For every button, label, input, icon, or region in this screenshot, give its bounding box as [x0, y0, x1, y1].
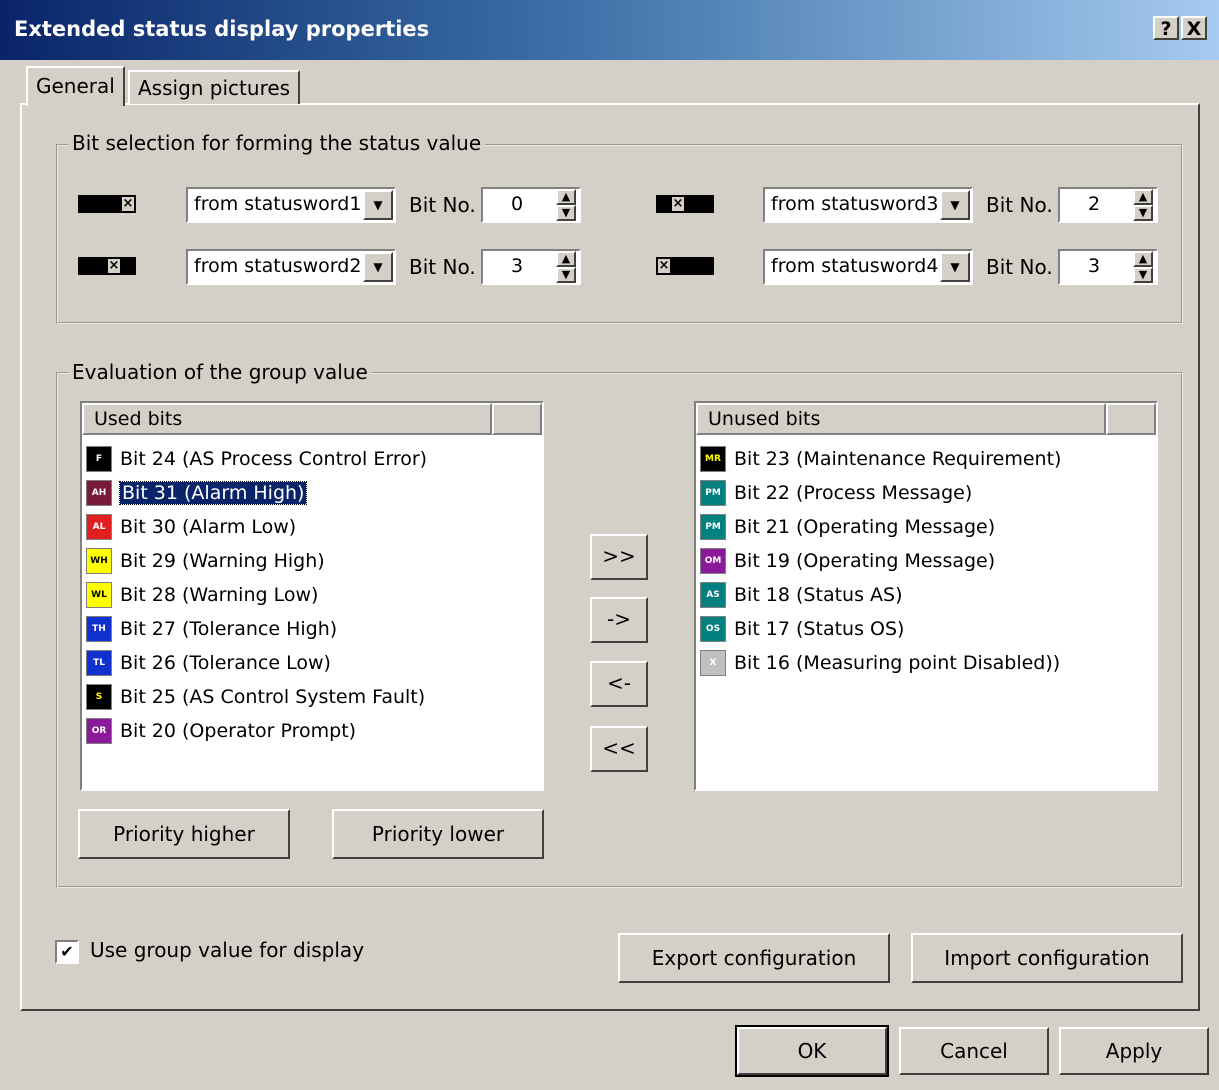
spin-up-icon[interactable]: ▲: [556, 189, 576, 205]
cancel-button[interactable]: Cancel: [899, 1027, 1049, 1075]
status-badge-icon: OS: [700, 616, 726, 642]
close-button[interactable]: X: [1181, 16, 1207, 40]
unused-bit-item[interactable]: AS Bit 18 (Status AS): [700, 579, 903, 611]
bit-selection-legend: Bit selection for forming the status val…: [68, 131, 486, 155]
used-bit-item-label: Bit 24 (AS Process Control Error): [120, 448, 428, 470]
used-bit-item[interactable]: TL Bit 26 (Tolerance Low): [86, 647, 331, 679]
unused-bit-item-label: Bit 23 (Maintenance Requirement): [734, 448, 1062, 470]
bit-selection-group: [56, 144, 1183, 324]
spin-down-icon[interactable]: ▼: [556, 205, 576, 221]
move-all-right-button[interactable]: >>: [590, 534, 648, 580]
priority-lower-button[interactable]: Priority lower: [332, 809, 544, 859]
status-badge-icon: TH: [86, 616, 112, 642]
used-bit-item-label: Bit 20 (Operator Prompt): [120, 720, 357, 742]
used-bit-item-label: Bit 31 (Alarm High): [118, 481, 308, 505]
status-badge-icon: WH: [86, 548, 112, 574]
unused-bits-header-spacer: [1106, 403, 1156, 435]
used-bit-item[interactable]: OR Bit 20 (Operator Prompt): [86, 715, 356, 747]
unused-bit-item[interactable]: PM Bit 21 (Operating Message): [700, 511, 995, 543]
used-bit-item-label: Bit 30 (Alarm Low): [120, 516, 297, 538]
used-bit-item-label: Bit 26 (Tolerance Low): [120, 652, 331, 674]
status-badge-icon: S: [86, 684, 112, 710]
move-right-button[interactable]: ->: [590, 597, 648, 643]
unused-bit-item[interactable]: MR Bit 23 (Maintenance Requirement): [700, 443, 1061, 475]
spin-up-icon[interactable]: ▲: [556, 251, 576, 267]
status-badge-icon: WL: [86, 582, 112, 608]
tab-general[interactable]: General: [26, 66, 125, 106]
unused-bit-item[interactable]: PM Bit 22 (Process Message): [700, 477, 972, 509]
used-bit-item[interactable]: TH Bit 27 (Tolerance High): [86, 613, 337, 645]
used-bit-item-label: Bit 29 (Warning High): [120, 550, 325, 572]
bit-pattern-2: ×: [78, 257, 136, 275]
unused-bit-item-label: Bit 22 (Process Message): [734, 482, 973, 504]
status-badge-icon: TL: [86, 650, 112, 676]
apply-button[interactable]: Apply: [1059, 1027, 1209, 1075]
spin-down-icon[interactable]: ▼: [556, 267, 576, 283]
used-bits-header[interactable]: Used bits: [82, 403, 492, 435]
spin-up-icon[interactable]: ▲: [1133, 251, 1153, 267]
unused-bits-header[interactable]: Unused bits: [696, 403, 1106, 435]
unused-bit-item[interactable]: OM Bit 19 (Operating Message): [700, 545, 995, 577]
used-bit-item[interactable]: WH Bit 29 (Warning High): [86, 545, 325, 577]
priority-higher-button[interactable]: Priority higher: [78, 809, 290, 859]
bit-no-label-4: Bit No.: [986, 255, 1053, 279]
move-all-left-button[interactable]: <<: [590, 726, 648, 772]
used-bit-item[interactable]: S Bit 25 (AS Control System Fault): [86, 681, 425, 713]
used-bit-item[interactable]: WL Bit 28 (Warning Low): [86, 579, 318, 611]
dropdown-arrow-icon[interactable]: ▼: [363, 190, 393, 220]
status-badge-icon: X: [700, 650, 726, 676]
use-group-value-label: Use group value for display: [90, 938, 365, 962]
used-bits-header-spacer: [492, 403, 542, 435]
status-badge-icon: OR: [86, 718, 112, 744]
status-badge-icon: PM: [700, 514, 726, 540]
unused-bit-item-label: Bit 17 (Status OS): [734, 618, 905, 640]
bit-no-label-2: Bit No.: [409, 255, 476, 279]
unused-bit-item-label: Bit 21 (Operating Message): [734, 516, 996, 538]
status-badge-icon: AH: [86, 480, 112, 506]
move-left-button[interactable]: <-: [590, 661, 648, 707]
used-bit-item-label: Bit 27 (Tolerance High): [120, 618, 338, 640]
window-title: Extended status display properties: [14, 17, 430, 41]
spin-down-icon[interactable]: ▼: [1133, 205, 1153, 221]
help-button[interactable]: ?: [1153, 16, 1179, 40]
use-group-value-checkbox[interactable]: ✔: [55, 940, 79, 964]
unused-bit-item-label: Bit 19 (Operating Message): [734, 550, 996, 572]
dropdown-arrow-icon[interactable]: ▼: [940, 190, 970, 220]
unused-bits-list[interactable]: Unused bits MR Bit 23 (Maintenance Requir…: [694, 401, 1158, 791]
unused-bit-item[interactable]: OS Bit 17 (Status OS): [700, 613, 904, 645]
bit-no-label-3: Bit No.: [986, 193, 1053, 217]
used-bit-item-label: Bit 28 (Warning Low): [120, 584, 319, 606]
export-configuration-button[interactable]: Export configuration: [618, 933, 890, 983]
unused-bit-item-label: Bit 16 (Measuring point Disabled)): [734, 652, 1061, 674]
used-bit-item[interactable]: AL Bit 30 (Alarm Low): [86, 511, 296, 543]
unused-bit-item[interactable]: X Bit 16 (Measuring point Disabled)): [700, 647, 1060, 679]
bit-pattern-4: ×: [656, 257, 714, 275]
bit-no-label-1: Bit No.: [409, 193, 476, 217]
status-badge-icon: AL: [86, 514, 112, 540]
bit-pattern-3: ×: [656, 195, 714, 213]
evaluation-legend: Evaluation of the group value: [68, 360, 372, 384]
spin-up-icon[interactable]: ▲: [1133, 189, 1153, 205]
status-badge-icon: AS: [700, 582, 726, 608]
used-bit-item[interactable]: F Bit 24 (AS Process Control Error): [86, 443, 427, 475]
used-bit-item-label: Bit 25 (AS Control System Fault): [120, 686, 426, 708]
import-configuration-button[interactable]: Import configuration: [911, 933, 1183, 983]
status-badge-icon: F: [86, 446, 112, 472]
bit-pattern-1: ×: [78, 195, 136, 213]
dropdown-arrow-icon[interactable]: ▼: [363, 252, 393, 282]
spin-down-icon[interactable]: ▼: [1133, 267, 1153, 283]
dropdown-arrow-icon[interactable]: ▼: [940, 252, 970, 282]
status-badge-icon: OM: [700, 548, 726, 574]
ok-button[interactable]: OK: [735, 1025, 889, 1077]
status-badge-icon: PM: [700, 480, 726, 506]
used-bit-item[interactable]: AH Bit 31 (Alarm High): [86, 477, 308, 509]
used-bits-list[interactable]: Used bits F Bit 24 (AS Process Control Er…: [80, 401, 544, 791]
unused-bit-item-label: Bit 18 (Status AS): [734, 584, 903, 606]
status-badge-icon: MR: [700, 446, 726, 472]
tab-assign-pictures[interactable]: Assign pictures: [128, 70, 301, 104]
